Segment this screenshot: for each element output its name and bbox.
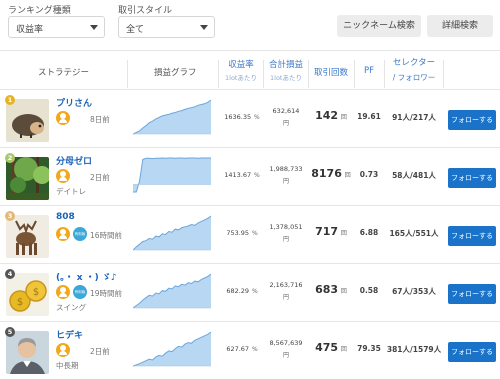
- profit-factor: 19.61: [357, 112, 381, 121]
- follow-button[interactable]: フォローする: [448, 110, 496, 130]
- selector-follower-count: 165人/551人: [389, 229, 439, 238]
- follow-button[interactable]: フォローする: [448, 342, 496, 362]
- trade-style-select[interactable]: 全て: [118, 16, 215, 38]
- follow-button[interactable]: フォローする: [448, 226, 496, 246]
- filter-bar: ランキング種類 収益率 取引スタイル 全て ニックネーム検索 詳細検索: [0, 0, 500, 48]
- rank-badge: 1: [5, 95, 15, 105]
- ranking-type-select[interactable]: 収益率: [8, 16, 105, 38]
- strategy-name-link[interactable]: プリさん: [56, 96, 92, 109]
- ranking-type-value: 収益率: [16, 25, 44, 35]
- strategy-name-link[interactable]: 分母ゼロ: [56, 154, 92, 167]
- trade-style-label: 取引スタイル: [118, 6, 173, 16]
- return-rate: 753.95 %: [226, 229, 258, 237]
- selector-follower-count: 91人/217人: [392, 113, 436, 122]
- chevron-down-icon: [200, 25, 208, 30]
- return-rate: 682.29 %: [226, 287, 258, 295]
- nickname-search-button[interactable]: ニックネーム検索: [337, 15, 421, 37]
- pl-graph: [132, 212, 212, 252]
- svg-text:$: $: [17, 297, 23, 308]
- pl-graph: [132, 270, 212, 310]
- column-return-rate[interactable]: 収益率 1lotあたり: [220, 58, 262, 82]
- profit-factor: 0.58: [359, 286, 379, 295]
- user-icon: [56, 285, 70, 299]
- selector-follower-count: 67人/353人: [392, 287, 436, 296]
- pl-graph: [132, 96, 212, 136]
- profit-factor: 79.35: [357, 344, 381, 353]
- avatar[interactable]: [6, 215, 49, 258]
- total-pl: 8,567,639 円: [269, 339, 303, 359]
- trade-count: 475 回: [315, 341, 347, 354]
- user-icon: [56, 343, 70, 357]
- strategy-name-link[interactable]: 808: [56, 212, 75, 222]
- selector-follower-count: 381人/1579人: [386, 345, 442, 354]
- trade-count: 8176 回: [311, 167, 351, 180]
- detail-search-button[interactable]: 詳細検索: [427, 15, 493, 37]
- total-pl: 1,988,733 円: [269, 165, 303, 185]
- trade-style: スイング: [56, 303, 86, 312]
- trade-style: デイトレ: [56, 187, 86, 196]
- trade-count: 717 回: [315, 225, 347, 238]
- column-selector[interactable]: セレクター / フォロワー: [386, 56, 442, 83]
- trade-count: 683 回: [315, 283, 347, 296]
- last-update: 16時間前: [90, 231, 123, 240]
- trade-count: 142 回: [315, 109, 347, 122]
- pl-area-3: [133, 274, 211, 308]
- return-rate: 1413.67 %: [224, 171, 260, 179]
- profit-factor: 6.88: [359, 228, 379, 237]
- rank-badge: 4: [5, 269, 15, 279]
- user-icon: [56, 111, 70, 125]
- follow-button[interactable]: フォローする: [448, 168, 496, 188]
- column-pf[interactable]: PF: [355, 66, 383, 76]
- last-update: 2日前: [90, 347, 110, 356]
- total-pl: 632,614 円: [272, 107, 300, 127]
- strategy-name-link[interactable]: ヒデキ: [56, 328, 83, 341]
- strategy-name-link[interactable]: (。・ x ・) ゞ♪: [56, 270, 117, 283]
- pl-graph: [133, 154, 211, 194]
- user-icon: [56, 227, 70, 241]
- trade-style-value: 全て: [126, 25, 145, 35]
- paid-badge: 有料版: [73, 227, 87, 241]
- profit-factor: 0.73: [359, 170, 379, 179]
- trade-style: 中長期: [56, 361, 79, 370]
- column-strategy: ストラテジー: [38, 68, 90, 78]
- table-row: 1 プリさん 8日前 1636.35 % 632,614 円 142 回 19.61 91人/2…: [0, 90, 500, 148]
- return-rate: 1636.35 %: [224, 113, 260, 121]
- avatar[interactable]: [6, 157, 49, 200]
- paid-badge: 有料版: [73, 285, 87, 299]
- return-rate: 627.67 %: [226, 345, 258, 353]
- pl-graph: [132, 328, 212, 368]
- selector-follower-count: 58人/481人: [392, 171, 436, 180]
- table-row: 2 分母ゼロ 2日前 デイトレ 1413.67 % 1,988,733 円 8176 回 0.7…: [0, 148, 500, 206]
- table-row: 3 808 有料版 16時間前 753.95 % 1,378,051 円 717 回 6.88 1…: [0, 206, 500, 264]
- column-trades[interactable]: 取引回数: [309, 66, 353, 78]
- last-update: 2日前: [90, 173, 110, 182]
- last-update: 19時間前: [90, 289, 123, 298]
- avatar[interactable]: $ $: [6, 273, 49, 316]
- avatar[interactable]: [6, 331, 49, 374]
- pl-area-2: [133, 216, 211, 250]
- column-graph: 損益グラフ: [154, 68, 197, 78]
- column-total-pl[interactable]: 合計損益 1lotあたり: [265, 58, 307, 82]
- ranking-type-label: ランキング種類: [8, 6, 71, 16]
- rank-badge: 5: [5, 327, 15, 337]
- table-row: 5 ヒデキ 2日前中長期 627.67 % 8,567,639 円 475 回 79.35 38…: [0, 322, 500, 379]
- pl-area-1: [133, 158, 211, 192]
- rank-badge: 2: [5, 153, 15, 163]
- user-icon: [56, 169, 70, 183]
- chevron-down-icon: [90, 25, 98, 30]
- total-pl: 2,163,716 円: [269, 281, 303, 301]
- table-row: $ $4 (。・ x ・) ゞ♪ 有料版 19時間前 スイング 682.29 % 2,163,…: [0, 264, 500, 322]
- last-update: 8日前: [90, 115, 110, 124]
- rank-badge: 3: [5, 211, 15, 221]
- avatar[interactable]: [6, 99, 49, 142]
- follow-button[interactable]: フォローする: [448, 284, 496, 304]
- total-pl: 1,378,051 円: [269, 223, 303, 243]
- svg-text:$: $: [33, 287, 39, 298]
